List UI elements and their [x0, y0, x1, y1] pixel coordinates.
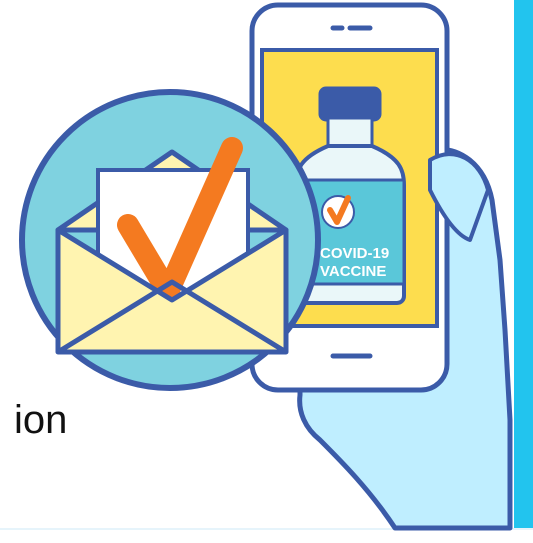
- envelope-badge: [19, 89, 321, 391]
- vaccine-certificate-illustration: COVID-19 VACCINE: [19, 2, 513, 531]
- vaccine-label-line1: COVID-19: [320, 245, 389, 262]
- illustration-canvas: ion COVID-19 VACCINE: [0, 0, 533, 543]
- vaccine-label-line2: VACCINE: [320, 263, 386, 280]
